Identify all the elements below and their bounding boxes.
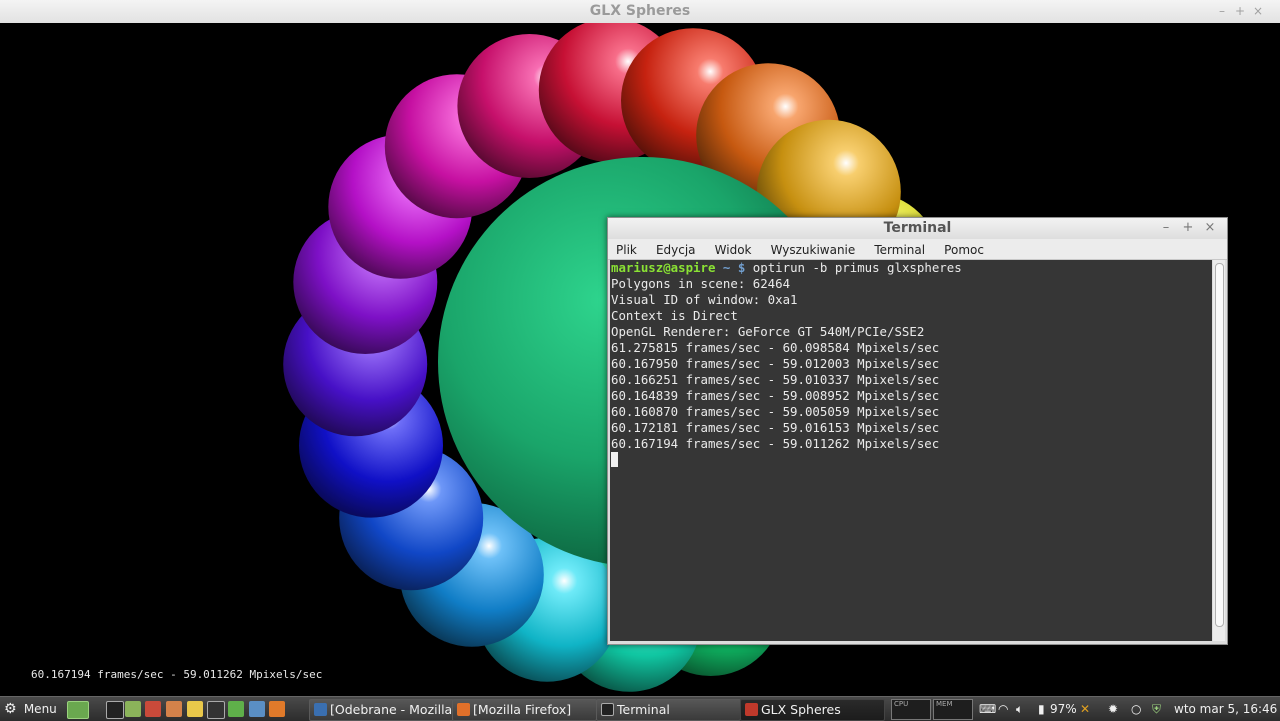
output-line: 60.164839 frames/sec - 59.008952 Mpixels… bbox=[611, 388, 940, 403]
output-line: 60.167950 frames/sec - 59.012003 Mpixels… bbox=[611, 356, 940, 371]
mem-graph[interactable]: MEM bbox=[933, 699, 973, 720]
gear-icon: ⚙ bbox=[4, 701, 17, 717]
output-line: Polygons in scene: 62464 bbox=[611, 276, 791, 291]
command-line: optirun -b primus glxspheres bbox=[752, 260, 962, 275]
glx-app-icon bbox=[745, 703, 758, 716]
close-icon[interactable]: × bbox=[1252, 4, 1270, 18]
terminal-menubar: Plik Edycja Widok Wyszukiwanie Terminal … bbox=[608, 239, 1227, 260]
sun-icon[interactable]: ✹ bbox=[1108, 700, 1118, 718]
menu-pomoc[interactable]: Pomoc bbox=[944, 240, 984, 260]
minimize-icon[interactable]: – bbox=[1216, 4, 1234, 18]
text-cursor bbox=[611, 452, 618, 467]
prompt-user: mariusz@aspire bbox=[611, 260, 716, 275]
show-desktop-icon[interactable] bbox=[67, 701, 89, 719]
task-glx-spheres[interactable]: GLX Spheres bbox=[740, 699, 885, 721]
hexchat-icon[interactable] bbox=[228, 701, 244, 717]
start-menu-button[interactable]: ⚙ Menu bbox=[4, 700, 57, 718]
task-terminal[interactable]: Terminal bbox=[596, 699, 741, 721]
scrollbar-thumb[interactable] bbox=[1215, 263, 1224, 627]
glx-window-controls: – + × bbox=[1216, 4, 1270, 18]
task-odebrane-mozilla[interactable]: [Odebrane - Mozilla... bbox=[309, 699, 454, 721]
task-label: [Mozilla Firefox] bbox=[473, 702, 572, 717]
output-line: Context is Direct bbox=[611, 308, 738, 323]
task-label: GLX Spheres bbox=[761, 702, 841, 717]
text-editor-icon[interactable] bbox=[187, 701, 203, 717]
file-manager-icon[interactable] bbox=[125, 701, 141, 717]
minimize-icon[interactable]: – bbox=[1155, 220, 1177, 235]
menu-wyszukiwanie[interactable]: Wyszukiwanie bbox=[771, 240, 856, 260]
start-menu-label: Menu bbox=[23, 702, 57, 716]
menu-edycja[interactable]: Edycja bbox=[656, 240, 696, 260]
output-line: OpenGL Renderer: GeForce GT 540M/PCIe/SS… bbox=[611, 324, 925, 339]
terminal-scrollbar[interactable] bbox=[1213, 260, 1225, 641]
firefox-icon bbox=[457, 703, 470, 716]
media-player-icon[interactable] bbox=[145, 701, 161, 717]
glx-window-title: GLX Spheres bbox=[589, 3, 691, 19]
close-icon[interactable]: × bbox=[1199, 220, 1221, 235]
thunderbird-icon bbox=[314, 703, 327, 716]
settings-icon[interactable] bbox=[249, 701, 265, 717]
terminal-title: Terminal bbox=[883, 220, 952, 236]
taskbar: ⚙ Menu [Odebrane - Mozilla... [Mozilla F… bbox=[0, 696, 1280, 721]
task-label: Terminal bbox=[617, 702, 670, 717]
keyboard-layout-icon[interactable]: ⌨ bbox=[979, 700, 996, 718]
terminal-output-area[interactable]: mariusz@aspire ~ $ optirun -b primus glx… bbox=[610, 260, 1212, 641]
output-line: Visual ID of window: 0xa1 bbox=[611, 292, 798, 307]
maximize-icon[interactable]: + bbox=[1177, 220, 1199, 235]
firefox-icon[interactable] bbox=[269, 701, 285, 717]
output-line: 60.167194 frames/sec - 59.011262 Mpixels… bbox=[611, 436, 940, 451]
battery-icon[interactable]: ▮ bbox=[1038, 700, 1045, 718]
output-line: 61.275815 frames/sec - 60.098584 Mpixels… bbox=[611, 340, 940, 355]
terminal-icon bbox=[601, 703, 614, 716]
system-monitor-icon[interactable] bbox=[207, 701, 225, 719]
task-mozilla-firefox[interactable]: [Mozilla Firefox] bbox=[452, 699, 597, 721]
terminal-window[interactable]: Terminal – + × Plik Edycja Widok Wyszukiwa… bbox=[607, 217, 1228, 645]
menu-plik[interactable]: Plik bbox=[616, 240, 637, 260]
menu-terminal[interactable]: Terminal bbox=[874, 240, 925, 260]
task-label: [Odebrane - Mozilla... bbox=[330, 702, 454, 717]
terminal-window-controls: – + × bbox=[1155, 220, 1221, 235]
mem-graph-label: MEM bbox=[936, 700, 953, 708]
terminal-launcher-icon[interactable] bbox=[106, 701, 124, 719]
terminal-titlebar[interactable]: Terminal – + × bbox=[608, 218, 1227, 239]
glx-titlebar[interactable]: GLX Spheres – + × bbox=[0, 0, 1280, 24]
maximize-icon[interactable]: + bbox=[1234, 4, 1252, 18]
volume-icon[interactable]: 🔈︎ bbox=[1016, 700, 1023, 718]
battery-percent[interactable]: 97% bbox=[1050, 700, 1077, 718]
wifi-icon[interactable]: ◠ bbox=[998, 700, 1008, 718]
update-notifier-icon[interactable]: ✕ bbox=[1080, 700, 1090, 718]
tools-icon[interactable] bbox=[166, 701, 182, 717]
output-line: 60.172181 frames/sec - 59.016153 Mpixels… bbox=[611, 420, 940, 435]
terminal-text: mariusz@aspire ~ $ optirun -b primus glx… bbox=[610, 260, 1212, 468]
cpu-graph[interactable]: CPU bbox=[891, 699, 931, 720]
notification-icon[interactable]: ○ bbox=[1131, 700, 1141, 718]
prompt-path: ~ bbox=[722, 260, 731, 275]
cpu-graph-label: CPU bbox=[894, 700, 909, 708]
prompt-symbol: $ bbox=[737, 260, 746, 275]
fps-overlay: 60.167194 frames/sec - 59.011262 Mpixels… bbox=[31, 668, 323, 681]
menu-widok[interactable]: Widok bbox=[715, 240, 752, 260]
output-line: 60.160870 frames/sec - 59.005059 Mpixels… bbox=[611, 404, 940, 419]
clock[interactable]: wto mar 5, 16:46 bbox=[1174, 700, 1277, 718]
shield-icon[interactable]: ⛨ bbox=[1152, 700, 1161, 718]
output-line: 60.166251 frames/sec - 59.010337 Mpixels… bbox=[611, 372, 940, 387]
